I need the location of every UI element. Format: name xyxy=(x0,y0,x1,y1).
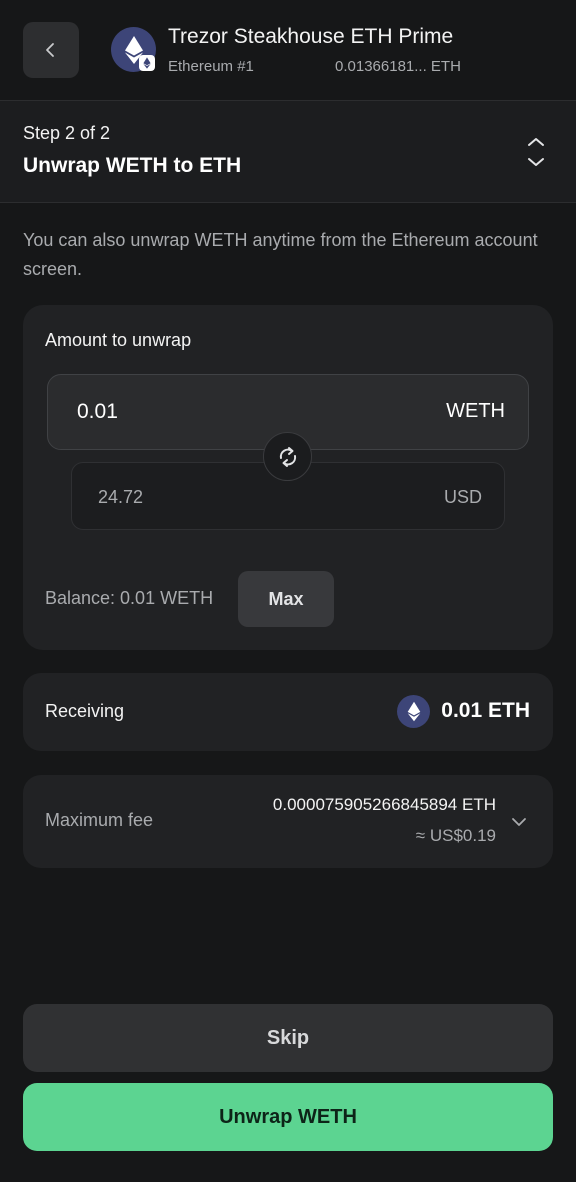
amount-label: Amount to unwrap xyxy=(45,330,192,350)
account-balance: 0.01366181... ETH xyxy=(335,58,461,75)
ethereum-icon xyxy=(407,701,420,722)
step-header[interactable]: Step 2 of 2 Unwrap WETH to ETH xyxy=(0,101,576,203)
unwrap-weth-button[interactable]: Unwrap WETH xyxy=(23,1083,553,1151)
fee-label: Maximum fee xyxy=(45,810,154,830)
account-avatar xyxy=(111,27,156,72)
fiat-unit: USD xyxy=(443,487,482,507)
eth-token-icon xyxy=(397,695,430,728)
ethereum-small-icon xyxy=(143,57,151,69)
skip-button[interactable]: Skip xyxy=(23,1004,553,1072)
receiving-card: Receiving 0.01 ETH xyxy=(23,673,553,751)
fee-card[interactable]: Maximum fee 0.000075905266845894 ETH ≈ U… xyxy=(23,775,553,868)
fiat-value: 24.72 xyxy=(98,487,144,507)
step-title: Unwrap WETH to ETH xyxy=(23,154,242,177)
token-badge xyxy=(139,55,155,71)
swap-rotate-icon xyxy=(279,446,296,467)
info-text: You can also unwrap WETH anytime from th… xyxy=(23,230,538,279)
chevron-down-icon[interactable] xyxy=(510,813,528,831)
chevron-left-icon xyxy=(46,43,54,57)
expand-collapse-icon[interactable] xyxy=(523,135,549,169)
header: Trezor Steakhouse ETH Prime Ethereum #1 … xyxy=(0,0,576,101)
swap-currency-button[interactable] xyxy=(263,432,312,481)
fee-fiat: ≈ US$0.19 xyxy=(415,826,496,845)
fee-amount: 0.000075905266845894 ETH xyxy=(272,795,496,814)
step-count: Step 2 of 2 xyxy=(23,123,111,143)
amount-card: Amount to unwrap 0.01 WETH 24.72 USD Bal… xyxy=(23,305,553,650)
balance-text: Balance: 0.01 WETH xyxy=(45,588,214,608)
receiving-label: Receiving xyxy=(45,701,125,721)
amount-value: 0.01 xyxy=(77,400,118,423)
back-button[interactable] xyxy=(23,22,79,78)
amount-unit: WETH xyxy=(446,400,505,422)
receiving-amount: 0.01 ETH xyxy=(441,699,530,722)
account-network: Ethereum #1 xyxy=(168,58,254,75)
max-button[interactable]: Max xyxy=(238,571,334,627)
unwrap-weth-screen: Trezor Steakhouse ETH Prime Ethereum #1 … xyxy=(0,0,576,1182)
account-name: Trezor Steakhouse ETH Prime xyxy=(168,25,454,48)
